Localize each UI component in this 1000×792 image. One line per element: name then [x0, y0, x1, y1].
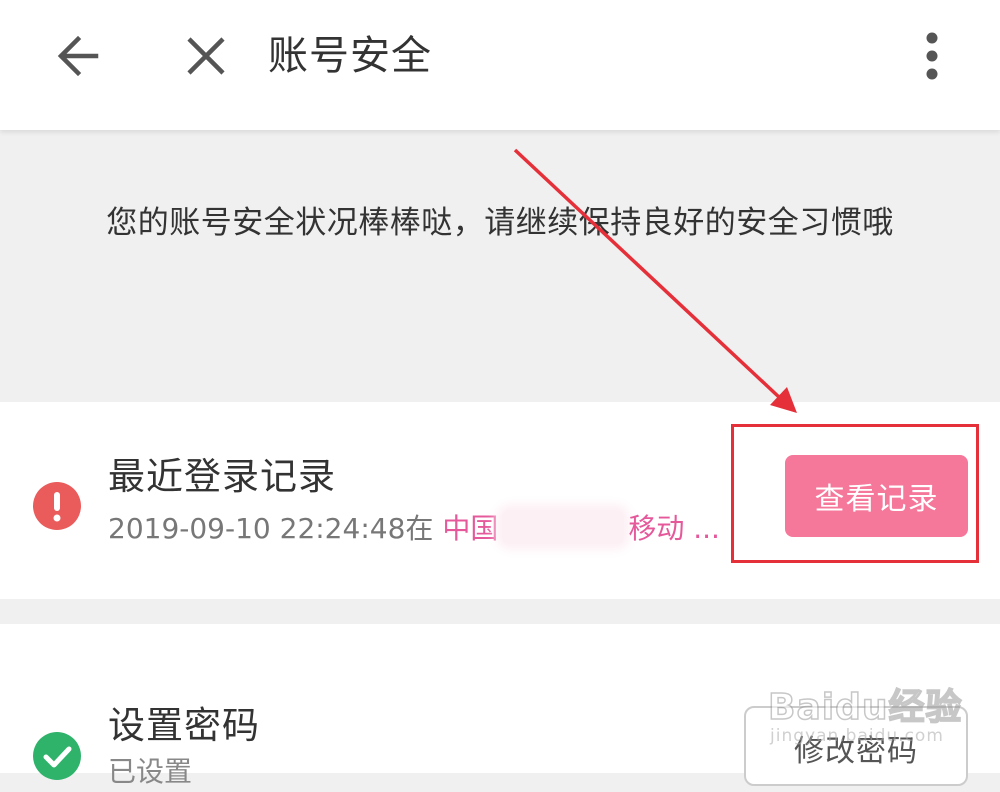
- login-record-title: 最近登录记录: [108, 455, 336, 498]
- login-carrier: 移动 ...: [628, 512, 720, 545]
- password-status-text: 已设置: [108, 755, 193, 788]
- more-options-button[interactable]: [902, 24, 962, 88]
- password-title: 设置密码: [108, 704, 260, 747]
- login-connector: 在: [405, 512, 434, 545]
- close-button[interactable]: [176, 26, 236, 86]
- redacted-location: [502, 510, 625, 544]
- view-record-button[interactable]: 查看记录: [785, 455, 968, 537]
- close-icon: [187, 37, 225, 75]
- login-record-detail: 2019-09-10 22:24:48在 中国 移动 ...: [108, 507, 728, 551]
- back-button[interactable]: [48, 26, 108, 86]
- exclamation-icon: [33, 482, 81, 530]
- security-status-message: 您的账号安全状况棒棒哒，请继续保持良好的安全习惯哦: [106, 205, 894, 241]
- page-title: 账号安全: [268, 33, 432, 79]
- top-app-bar: 账号安全: [0, 0, 1000, 130]
- login-country: 中国: [442, 512, 499, 545]
- arrow-left-icon: [57, 35, 99, 77]
- more-vertical-icon: [926, 32, 938, 80]
- change-password-button[interactable]: 修改密码: [744, 706, 968, 786]
- login-timestamp: 2019-09-10 22:24:48: [108, 512, 406, 545]
